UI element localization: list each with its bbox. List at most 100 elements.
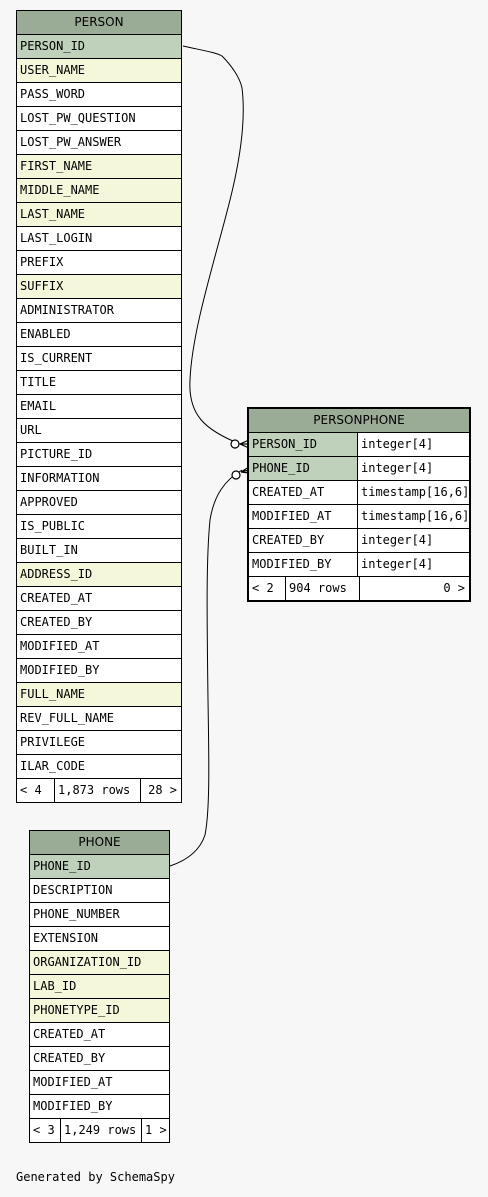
column-name: LAB_ID bbox=[33, 979, 77, 993]
table-row[interactable]: IS_PUBLIC bbox=[17, 515, 181, 539]
table-phone-footer: < 3 1,249 rows 1 > bbox=[30, 1119, 169, 1142]
table-row[interactable]: CREATED_BY bbox=[17, 611, 181, 635]
table-row[interactable]: FIRST_NAME bbox=[17, 155, 181, 179]
column-name: BUILT_IN bbox=[20, 543, 78, 557]
column-name: SUFFIX bbox=[20, 279, 64, 293]
column-name: LAST_NAME bbox=[20, 207, 86, 221]
table-row[interactable]: PASS_WORD bbox=[17, 83, 181, 107]
table-row[interactable]: BUILT_IN bbox=[17, 539, 181, 563]
table-row[interactable]: MIDDLE_NAME bbox=[17, 179, 181, 203]
table-row[interactable]: TITLE bbox=[17, 371, 181, 395]
table-row[interactable]: PHONE_ID integer[4] bbox=[249, 457, 469, 481]
table-row[interactable]: LOST_PW_QUESTION bbox=[17, 107, 181, 131]
table-row[interactable]: FULL_NAME bbox=[17, 683, 181, 707]
table-row[interactable]: MODIFIED_BY bbox=[30, 1095, 169, 1119]
phone-parents-link[interactable]: < 3 bbox=[30, 1119, 60, 1142]
table-row[interactable]: DESCRIPTION bbox=[30, 879, 169, 903]
person-children-link[interactable]: 28 > bbox=[140, 779, 181, 802]
table-row[interactable]: LAST_LOGIN bbox=[17, 227, 181, 251]
column-name: CREATED_BY bbox=[252, 533, 325, 547]
column-name: PICTURE_ID bbox=[20, 447, 93, 461]
table-row[interactable]: MODIFIED_AT timestamp[16,6] bbox=[249, 505, 469, 529]
personphone-row-count: 904 rows bbox=[285, 577, 359, 600]
table-row[interactable]: PERSON_ID bbox=[17, 35, 181, 59]
table-row[interactable]: ORGANIZATION_ID bbox=[30, 951, 169, 975]
table-row[interactable]: EXTENSION bbox=[30, 927, 169, 951]
table-row[interactable]: APPROVED bbox=[17, 491, 181, 515]
table-row[interactable]: PHONETYPE_ID bbox=[30, 999, 169, 1023]
table-person[interactable]: PERSON PERSON_ID USER_NAME PASS_WORD LOST_P… bbox=[16, 10, 182, 803]
column-name: PERSON_ID bbox=[252, 437, 318, 451]
column-name: CREATED_BY bbox=[20, 615, 93, 629]
table-row[interactable]: ADDRESS_ID bbox=[17, 563, 181, 587]
column-type: integer[4] bbox=[357, 457, 469, 480]
column-name: FIRST_NAME bbox=[20, 159, 93, 173]
column-name: ADDRESS_ID bbox=[20, 567, 93, 581]
table-person-footer: < 4 1,873 rows 28 > bbox=[17, 779, 181, 802]
table-row[interactable]: PICTURE_ID bbox=[17, 443, 181, 467]
table-row[interactable]: CREATED_BY integer[4] bbox=[249, 529, 469, 553]
column-name: CREATED_AT bbox=[33, 1027, 106, 1041]
column-name: IS_CURRENT bbox=[20, 351, 93, 365]
column-name: ENABLED bbox=[20, 327, 71, 341]
table-row[interactable]: IS_CURRENT bbox=[17, 347, 181, 371]
table-row[interactable]: CREATED_AT bbox=[17, 587, 181, 611]
table-personphone[interactable]: PERSONPHONE PERSON_ID integer[4] PHONE_ID i… bbox=[247, 407, 471, 602]
table-row[interactable]: LAB_ID bbox=[30, 975, 169, 999]
column-name: IS_PUBLIC bbox=[20, 519, 86, 533]
column-name: LAST_LOGIN bbox=[20, 231, 93, 245]
table-row[interactable]: ENABLED bbox=[17, 323, 181, 347]
table-row[interactable]: MODIFIED_BY bbox=[17, 659, 181, 683]
table-row[interactable]: PRIVILEGE bbox=[17, 731, 181, 755]
table-row[interactable]: SUFFIX bbox=[17, 275, 181, 299]
column-name: INFORMATION bbox=[20, 471, 100, 485]
table-person-title[interactable]: PERSON bbox=[17, 11, 181, 35]
table-row[interactable]: MODIFIED_AT bbox=[30, 1071, 169, 1095]
column-name: REV_FULL_NAME bbox=[20, 711, 114, 725]
column-name: PHONE_ID bbox=[33, 859, 91, 873]
table-row[interactable]: ILAR_CODE bbox=[17, 755, 181, 779]
table-personphone-title[interactable]: PERSONPHONE bbox=[249, 409, 469, 433]
column-type: integer[4] bbox=[357, 529, 469, 552]
column-name: TITLE bbox=[20, 375, 57, 389]
table-row[interactable]: PHONE_NUMBER bbox=[30, 903, 169, 927]
table-phone-title[interactable]: PHONE bbox=[30, 831, 169, 855]
table-phone[interactable]: PHONE PHONE_ID DESCRIPTION PHONE_NUMBER EXT… bbox=[29, 830, 170, 1143]
table-row[interactable]: PHONE_ID bbox=[30, 855, 169, 879]
table-row[interactable]: USER_NAME bbox=[17, 59, 181, 83]
column-name: MODIFIED_BY bbox=[20, 663, 100, 677]
personphone-children-link[interactable]: 0 > bbox=[359, 577, 469, 600]
table-row[interactable]: INFORMATION bbox=[17, 467, 181, 491]
generated-by-label: Generated by SchemaSpy bbox=[16, 1170, 175, 1184]
column-name: MIDDLE_NAME bbox=[20, 183, 100, 197]
table-row[interactable]: URL bbox=[17, 419, 181, 443]
table-row[interactable]: PREFIX bbox=[17, 251, 181, 275]
phone-row-count: 1,249 rows bbox=[60, 1119, 141, 1142]
column-type: integer[4] bbox=[357, 433, 469, 456]
column-name: EMAIL bbox=[20, 399, 57, 413]
table-row[interactable]: CREATED_AT bbox=[30, 1023, 169, 1047]
phone-children-link[interactable]: 1 > bbox=[141, 1119, 169, 1142]
table-row[interactable]: MODIFIED_BY integer[4] bbox=[249, 553, 469, 577]
table-row[interactable]: LAST_NAME bbox=[17, 203, 181, 227]
table-row[interactable]: ADMINISTRATOR bbox=[17, 299, 181, 323]
personphone-parents-link[interactable]: < 2 bbox=[249, 577, 285, 600]
table-row[interactable]: LOST_PW_ANSWER bbox=[17, 131, 181, 155]
column-name: DESCRIPTION bbox=[33, 883, 113, 897]
column-name: MODIFIED_AT bbox=[20, 639, 100, 653]
column-name: PASS_WORD bbox=[20, 87, 86, 101]
table-row[interactable]: MODIFIED_AT bbox=[17, 635, 181, 659]
table-row[interactable]: EMAIL bbox=[17, 395, 181, 419]
column-name: LOST_PW_ANSWER bbox=[20, 135, 122, 149]
table-row[interactable]: PERSON_ID integer[4] bbox=[249, 433, 469, 457]
column-name: MODIFIED_AT bbox=[33, 1075, 113, 1089]
person-parents-link[interactable]: < 4 bbox=[17, 779, 54, 802]
table-row[interactable]: CREATED_BY bbox=[30, 1047, 169, 1071]
column-name: PHONE_ID bbox=[252, 461, 310, 475]
column-name: PREFIX bbox=[20, 255, 64, 269]
table-row[interactable]: CREATED_AT timestamp[16,6] bbox=[249, 481, 469, 505]
person-row-count: 1,873 rows bbox=[54, 779, 140, 802]
column-name: ILAR_CODE bbox=[20, 759, 86, 773]
column-name: EXTENSION bbox=[33, 931, 99, 945]
table-row[interactable]: REV_FULL_NAME bbox=[17, 707, 181, 731]
